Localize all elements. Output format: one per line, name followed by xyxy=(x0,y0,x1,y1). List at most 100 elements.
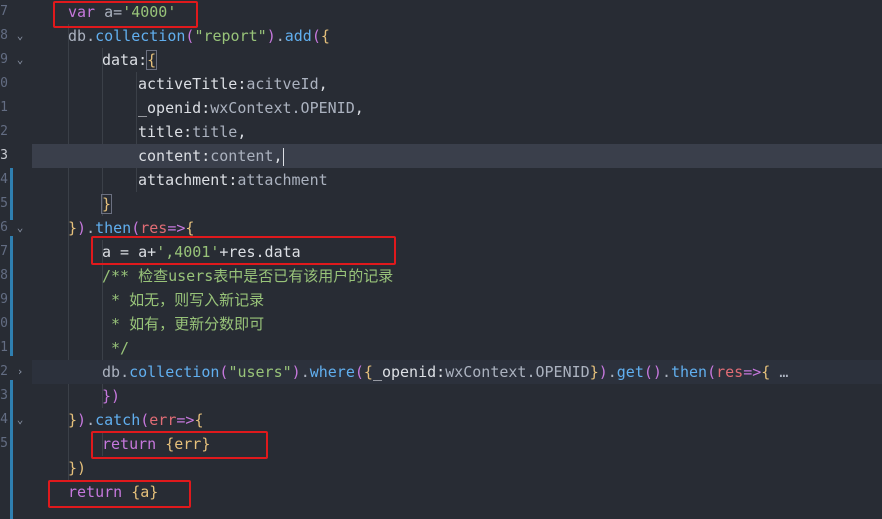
punct: . xyxy=(120,363,130,381)
brace: }) xyxy=(102,387,121,405)
line-number: 8 xyxy=(0,28,8,43)
function-name: get xyxy=(616,363,644,381)
annotation-box xyxy=(48,480,191,508)
annotation-box xyxy=(53,1,198,28)
fold-chevron-down-icon[interactable]: ⌄ xyxy=(15,216,25,240)
code-line: /** 检查users表中是否已有该用户的记录 xyxy=(32,264,882,288)
code-line: attachment:attachment xyxy=(32,168,882,192)
function-name: collection xyxy=(129,363,220,381)
paren: ( xyxy=(140,411,150,429)
fold-chevron-down-icon[interactable]: ⌄ xyxy=(15,24,25,48)
line-number: 7 xyxy=(0,244,8,259)
line-number: 5 xyxy=(0,196,8,211)
line-number: 6 xyxy=(0,220,8,235)
line-number: 9 xyxy=(0,52,8,67)
property-key: content xyxy=(138,147,202,165)
paren: ) xyxy=(77,411,87,429)
comment: * 如有，更新分数即可 xyxy=(102,315,265,333)
punct: . xyxy=(661,363,671,381)
text-cursor xyxy=(282,147,284,166)
identifier: db xyxy=(68,27,87,45)
line-number: 2 xyxy=(0,364,8,379)
punct: . xyxy=(300,363,310,381)
punct: . xyxy=(86,219,96,237)
punct: . xyxy=(275,27,285,45)
code-line: _openid:wxContext.OPENID, xyxy=(32,96,882,120)
line-number: 2 xyxy=(0,124,8,139)
punct: , xyxy=(237,123,247,141)
line-number: 1 xyxy=(0,340,8,355)
fold-chevron-right-icon[interactable]: › xyxy=(15,360,25,384)
code-line: data:{ xyxy=(32,48,882,72)
paren: ( xyxy=(311,27,321,45)
brace: } xyxy=(68,411,78,429)
code-line: * 如有，更新分数即可 xyxy=(32,312,882,336)
function-name: add xyxy=(284,27,312,45)
identifier: title xyxy=(192,123,238,141)
property-key: _openid xyxy=(138,99,202,117)
line-number: 5 xyxy=(0,436,8,451)
paren: ) xyxy=(291,363,301,381)
punct: , xyxy=(273,147,283,165)
code-line-folded: db.collection("users").where({_openid:wx… xyxy=(32,360,882,384)
punct: , xyxy=(318,75,328,93)
code-line: title:title, xyxy=(32,120,882,144)
code-line: * 如无，则写入新记录 xyxy=(32,288,882,312)
property-key: activeTitle xyxy=(138,75,238,93)
paren: ) xyxy=(598,363,608,381)
punct: : xyxy=(201,147,211,165)
function-name: then xyxy=(95,219,132,237)
line-number: 0 xyxy=(0,316,8,331)
code-line: }) xyxy=(32,456,882,480)
identifier: acitveId xyxy=(246,75,319,93)
string: "report" xyxy=(194,27,267,45)
brace-matched: } xyxy=(100,194,113,214)
brace: { xyxy=(185,219,195,237)
code-line: */ xyxy=(32,336,882,360)
annotation-box xyxy=(91,431,268,459)
fold-chevron-down-icon[interactable]: ⌄ xyxy=(15,408,25,432)
function-name: where xyxy=(309,363,355,381)
git-change-bar xyxy=(10,168,13,220)
punct: : xyxy=(436,363,446,381)
identifier: wxContext.OPENID xyxy=(210,99,355,117)
punct: : xyxy=(201,99,211,117)
line-number: 7 xyxy=(0,4,8,19)
punct: . xyxy=(607,363,617,381)
identifier: content xyxy=(210,147,274,165)
parameter: err xyxy=(149,411,177,429)
paren: ) xyxy=(266,27,276,45)
git-change-bar xyxy=(10,236,13,356)
identifier: attachment xyxy=(237,171,328,189)
line-number: 4 xyxy=(0,172,8,187)
brace: { xyxy=(761,363,771,381)
brace: { xyxy=(320,27,330,45)
function-name: then xyxy=(670,363,708,381)
property-key: attachment xyxy=(138,171,229,189)
parameter: res xyxy=(716,363,744,381)
line-number: 9 xyxy=(0,292,8,307)
parameter: res xyxy=(140,219,168,237)
comment: */ xyxy=(102,339,130,357)
arrow: => xyxy=(167,219,186,237)
folded-ellipsis[interactable]: … xyxy=(770,363,788,381)
identifier: wxContext.OPENID xyxy=(445,363,590,381)
arrow: => xyxy=(743,363,762,381)
punct: : xyxy=(183,123,193,141)
paren: ( xyxy=(707,363,717,381)
code-line: } xyxy=(32,192,882,216)
brace: { xyxy=(363,363,373,381)
comment: /** 检查users表中是否已有该用户的记录 xyxy=(102,267,394,285)
comment: * 如无，则写入新记录 xyxy=(102,291,265,309)
identifier: db xyxy=(102,363,121,381)
property-key: data xyxy=(102,51,139,69)
punct: : xyxy=(228,171,238,189)
line-number: 8 xyxy=(0,268,8,283)
property-key: _openid xyxy=(372,363,437,381)
paren: ( xyxy=(354,363,364,381)
brace: }) xyxy=(68,459,87,477)
brace: } xyxy=(68,219,78,237)
fold-chevron-down-icon[interactable]: ⌄ xyxy=(15,48,25,72)
line-number: 4 xyxy=(0,412,8,427)
punct: . xyxy=(86,27,96,45)
